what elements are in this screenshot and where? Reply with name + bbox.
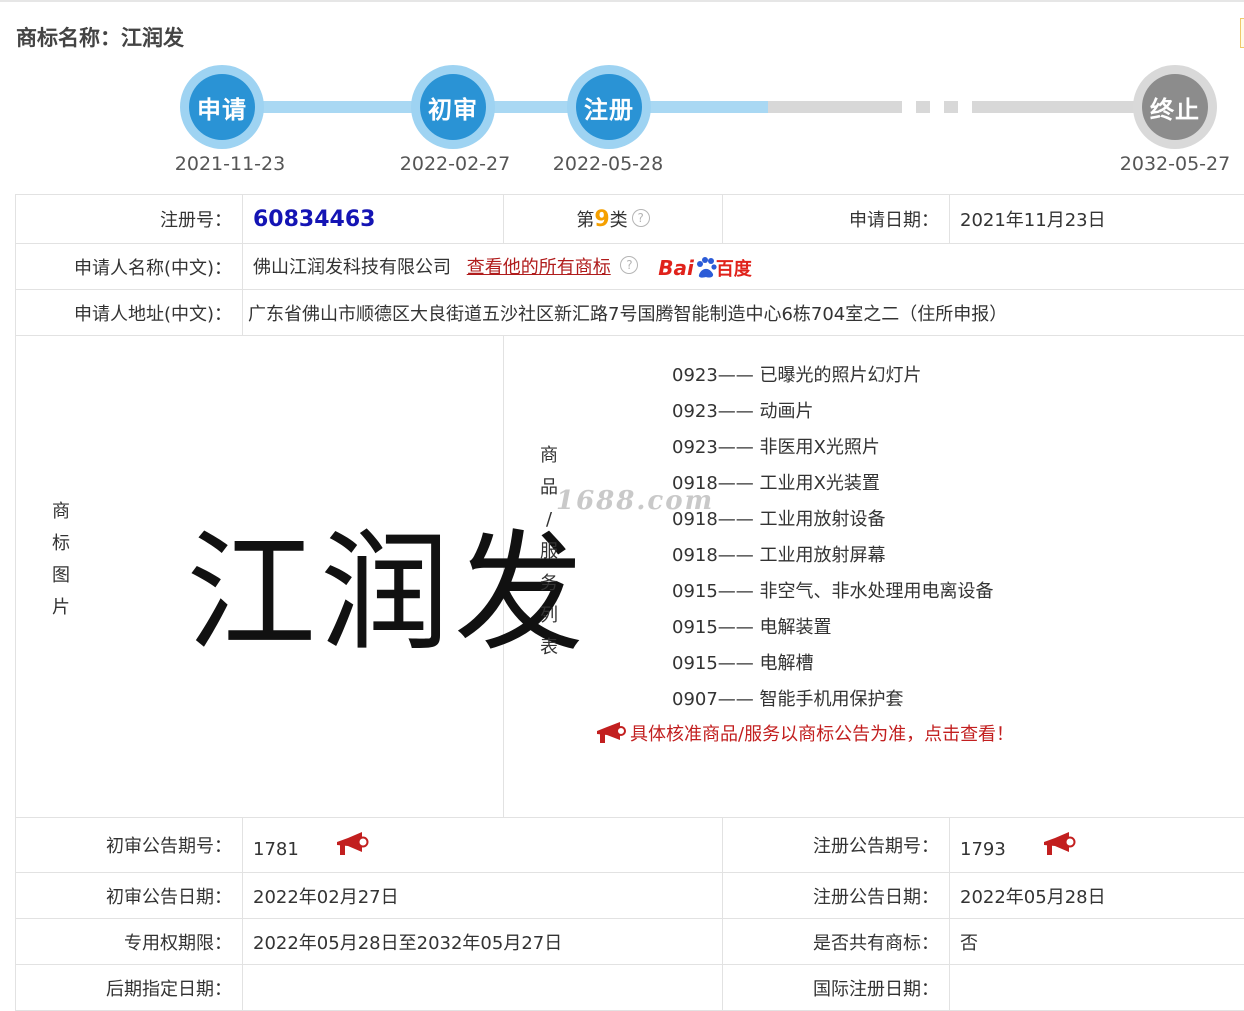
applicant-address-label: 申请人地址(中文)： <box>16 290 243 336</box>
list-item: 0915—— 非空气、非水处理用电离设备 <box>672 574 994 610</box>
table-row: 初审公告期号： 1781 注册公告期号： 1793 <box>16 818 1244 873</box>
help-icon[interactable]: ? <box>620 256 638 274</box>
timeline-step-prelim: 初审 <box>411 65 495 149</box>
later-designation-value <box>243 965 723 1011</box>
list-item: 0915—— 电解槽 <box>672 646 994 682</box>
later-designation-label: 后期指定日期： <box>16 965 243 1011</box>
baidu-search-button[interactable]: Bai 百度 <box>658 255 752 281</box>
step-label: 初审 <box>420 74 486 140</box>
class-cell: 第9类? <box>504 195 723 244</box>
announcement-megaphone-icon[interactable] <box>1042 831 1076 857</box>
baidu-paw-icon <box>694 256 718 280</box>
label-char: 列 <box>540 605 558 627</box>
prelim-issue-value: 1781 <box>253 839 299 860</box>
intl-reg-value <box>950 965 1244 1011</box>
prelim-date-label: 初审公告日期： <box>16 873 243 919</box>
prelim-issue-label: 初审公告期号： <box>16 818 243 873</box>
applicant-name-label: 申请人名称(中文)： <box>16 244 243 290</box>
baidu-logo-text: 百度 <box>716 255 752 281</box>
table-row: 后期指定日期： 国际注册日期： <box>16 965 1244 1011</box>
step-label: 注册 <box>576 74 642 140</box>
all-marks-link[interactable]: 查看他的所有商标 <box>467 257 611 278</box>
list-item: 0923—— 已曝光的照片幻灯片 <box>672 358 994 394</box>
timeline-step-apply: 申请 <box>180 65 264 149</box>
reg-issue-cell: 1793 <box>950 818 1244 873</box>
timeline-track-done <box>222 101 768 113</box>
step-date: 2022-02-27 <box>385 153 525 175</box>
reg-date-value: 2022年05月28日 <box>950 873 1244 919</box>
table-row: 初审公告日期： 2022年02月27日 注册公告日期： 2022年05月28日 <box>16 873 1244 919</box>
label-char: 品 <box>540 477 558 499</box>
shared-mark-label: 是否共有商标： <box>723 919 950 965</box>
trademark-info-table: 注册号： 60834463 第9类? 申请日期： 2021年11月23日 申请人… <box>15 194 1244 1011</box>
applicant-name-value: 佛山江润发科技有限公司 <box>253 257 451 278</box>
table-row: 专用权期限： 2022年05月28日至2032年05月27日 是否共有商标： 否 <box>16 919 1244 965</box>
timeline-step-register: 注册 <box>567 65 651 149</box>
table-row: 申请人地址(中文)： 广东省佛山市顺德区大良街道五沙社区新汇路7号国腾智能制造中… <box>16 290 1244 336</box>
intl-reg-label: 国际注册日期： <box>723 965 950 1011</box>
mark-image-cell: 商 标 图 片 江润发 1688.com <box>16 336 504 818</box>
goods-list-label: 商 品 / 服 务 列 表 <box>540 440 558 664</box>
page-title: 商标名称：江润发 <box>16 22 184 52</box>
top-border <box>0 0 1244 2</box>
list-item: 0907—— 智能手机用保护套 <box>672 682 994 718</box>
reg-no-label: 注册号： <box>16 195 243 244</box>
megaphone-icon <box>594 721 626 745</box>
goods-cell: 商 品 / 服 务 列 表 0923—— 已曝光的照片幻灯片 0923—— 动画… <box>504 336 1244 818</box>
reg-issue-value: 1793 <box>960 839 1006 860</box>
class-prefix: 第 <box>576 210 594 231</box>
class-suffix: 类 <box>610 210 628 231</box>
exclusive-period-value: 2022年05月28日至2032年05月27日 <box>243 919 723 965</box>
apply-date-label: 申请日期： <box>723 195 950 244</box>
corner-tab[interactable] <box>1240 18 1244 48</box>
list-item: 0915—— 电解装置 <box>672 610 994 646</box>
step-date: 2022-05-28 <box>538 153 678 175</box>
label-char: 商 <box>52 501 70 523</box>
list-item: 0918—— 工业用X光装置 <box>672 466 994 502</box>
reg-date-label: 注册公告日期： <box>723 873 950 919</box>
exclusive-period-label: 专用权期限： <box>16 919 243 965</box>
list-item: 0923—— 非医用X光照片 <box>672 430 994 466</box>
shared-mark-value: 否 <box>950 919 1244 965</box>
goods-list: 0923—— 已曝光的照片幻灯片 0923—— 动画片 0923—— 非医用X光… <box>672 358 994 718</box>
label-char: / <box>546 509 552 531</box>
reg-issue-label: 注册公告期号： <box>723 818 950 873</box>
step-date: 2032-05-27 <box>1105 153 1244 175</box>
timeline-track-future <box>768 101 902 113</box>
label-char: 标 <box>52 533 70 555</box>
goods-note-link[interactable]: 具体核准商品/服务以商标公告为准，点击查看！ <box>594 720 1014 746</box>
label-char: 片 <box>52 597 70 619</box>
timeline-step-terminate: 终止 <box>1133 65 1217 149</box>
class-number: 9 <box>594 207 609 232</box>
timeline-track-gap-dash <box>916 101 930 113</box>
prelim-date-value: 2022年02月27日 <box>243 873 723 919</box>
label-char: 图 <box>52 565 70 587</box>
announcement-megaphone-icon[interactable] <box>335 831 369 857</box>
reg-no-value: 60834463 <box>253 207 375 232</box>
prelim-issue-cell: 1781 <box>243 818 723 873</box>
step-label: 终止 <box>1142 74 1208 140</box>
list-item: 0918—— 工业用放射屏幕 <box>672 538 994 574</box>
baidu-logo-text: Bai <box>658 256 694 280</box>
reg-no-cell: 60834463 <box>243 195 504 244</box>
goods-note-text: 具体核准商品/服务以商标公告为准，点击查看！ <box>630 720 1014 746</box>
mark-image-label: 商 标 图 片 <box>52 496 70 624</box>
list-item: 0923—— 动画片 <box>672 394 994 430</box>
label-char: 务 <box>540 573 558 595</box>
step-date: 2021-11-23 <box>160 153 300 175</box>
table-row: 注册号： 60834463 第9类? 申请日期： 2021年11月23日 <box>16 195 1244 244</box>
label-char: 服 <box>540 541 558 563</box>
label-char: 表 <box>540 637 558 659</box>
label-char: 商 <box>540 445 558 467</box>
apply-date-value: 2021年11月23日 <box>950 195 1244 244</box>
step-label: 申请 <box>189 74 255 140</box>
timeline-track-gap-dash <box>944 101 958 113</box>
help-icon[interactable]: ? <box>632 209 650 227</box>
table-row: 申请人名称(中文)： 佛山江润发科技有限公司 查看他的所有商标 ? Bai 百度 <box>16 244 1244 290</box>
applicant-name-cell: 佛山江润发科技有限公司 查看他的所有商标 ? Bai 百度 <box>243 244 1244 290</box>
applicant-address-value: 广东省佛山市顺德区大良街道五沙社区新汇路7号国腾智能制造中心6栋704室之二（住… <box>243 290 1244 336</box>
list-item: 0918—— 工业用放射设备 <box>672 502 994 538</box>
table-row: 商 标 图 片 江润发 1688.com 商 品 / 服 务 列 表 0923—… <box>16 336 1244 818</box>
